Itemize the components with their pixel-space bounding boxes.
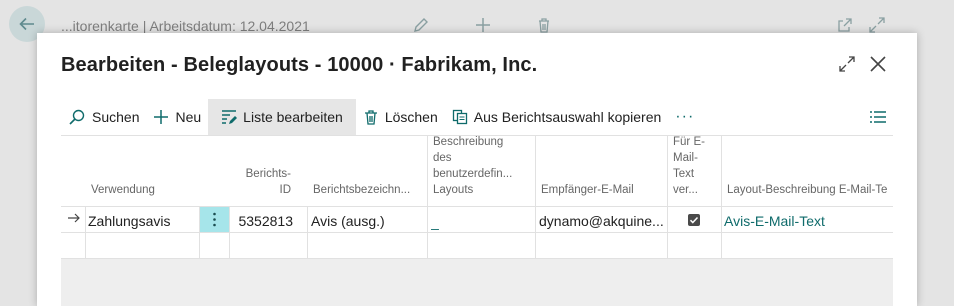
edit-list-button-label: Liste bearbeiten	[243, 109, 343, 125]
column-divider	[667, 136, 668, 259]
plus-icon	[154, 110, 169, 124]
copy-from-report-selection-label: Aus Berichtsauswahl kopieren	[473, 109, 662, 125]
delete-button-label: Löschen	[384, 109, 438, 125]
trash-icon	[364, 110, 377, 125]
column-header-use-for-email-body[interactable]: Für E- Mail- Text ver...	[673, 136, 723, 206]
arrow-left-icon	[19, 17, 34, 31]
current-row-arrow-icon	[67, 211, 81, 229]
edit-list-icon	[222, 110, 238, 124]
row-usage[interactable]: Zahlungsavis	[88, 212, 198, 230]
row-actions-button[interactable]	[200, 207, 229, 232]
search-button[interactable]: Suchen	[61, 99, 146, 135]
column-divider	[535, 136, 536, 259]
copy-from-report-selection-button[interactable]: Aus Berichtsauswahl kopieren	[445, 99, 669, 135]
row-email-body-layout-description-link[interactable]: Avis-E-Mail-Text	[724, 212, 893, 230]
search-button-label: Suchen	[92, 109, 140, 125]
column-header-email-body-layout-description[interactable]: Layout-Beschreibung E-Mail-Te	[727, 136, 893, 206]
new-button-label: Neu	[175, 109, 202, 125]
grid-empty-area	[61, 259, 893, 306]
more-options-button[interactable]: ···	[668, 99, 701, 135]
edit-list-button[interactable]: Liste bearbeiten	[208, 99, 356, 135]
action-bar: Suchen Neu Liste bearbeiten Löschen Aus …	[61, 99, 893, 135]
search-icon	[69, 109, 85, 125]
checkmark-icon	[689, 216, 699, 224]
column-header-usage[interactable]: Verwendung	[91, 136, 201, 206]
close-dialog-button[interactable]	[866, 52, 890, 76]
column-header-custom-layout-description[interactable]: Beschreibung des benutzerdefin... Layouts	[433, 136, 533, 206]
column-divider	[229, 206, 230, 259]
close-icon	[870, 56, 886, 72]
row-report-caption[interactable]: Avis (ausg.)	[311, 212, 425, 230]
layouts-grid: Verwendung Berichts- ID Berichtsbezeichn.…	[61, 135, 893, 306]
column-header-recipient-email[interactable]: Empfänger-E-Mail	[541, 136, 661, 206]
column-divider	[307, 206, 308, 259]
header-separator	[61, 206, 893, 207]
row-recipient-email[interactable]: dynamo@akquine...	[539, 212, 666, 230]
more-vertical-icon	[213, 212, 216, 227]
column-divider	[427, 136, 428, 259]
dialog-title: Bearbeiten - Beleglayouts - 10000 · Fabr…	[61, 54, 538, 76]
expand-dialog-button[interactable]	[835, 52, 859, 76]
new-button[interactable]: Neu	[146, 99, 208, 135]
list-view-icon	[870, 111, 886, 123]
column-header-report-id[interactable]: Berichts- ID	[231, 136, 291, 206]
new-row-usage[interactable]	[88, 236, 198, 256]
row-separator	[61, 258, 893, 259]
copy-document-icon	[452, 109, 467, 125]
row-separator	[61, 232, 893, 233]
delete-button[interactable]: Löschen	[356, 99, 445, 135]
row-use-for-email-body-checkbox[interactable]	[688, 214, 700, 226]
column-divider	[721, 136, 722, 259]
background-page-title: ...itorenkarte | Arbeitsdatum: 12.04.202…	[61, 18, 310, 34]
edit-dialog: Bearbeiten - Beleglayouts - 10000 · Fabr…	[37, 33, 917, 306]
list-view-button[interactable]	[869, 99, 893, 135]
row-custom-layout-description-link[interactable]: _	[431, 213, 531, 231]
column-header-report-caption[interactable]: Berichtsbezeichn...	[313, 136, 425, 206]
expand-icon	[839, 56, 855, 72]
column-divider	[85, 206, 86, 259]
row-report-id[interactable]: 5352813	[231, 212, 293, 230]
